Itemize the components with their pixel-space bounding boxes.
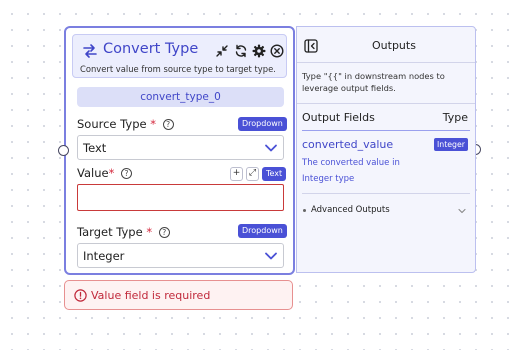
node-description: Convert value from source type to target… <box>80 64 276 74</box>
target-type-value: Integer <box>83 249 125 263</box>
outputs-title: Outputs <box>372 39 416 52</box>
output-field-type-badge: Integer <box>433 138 468 151</box>
value-input[interactable] <box>77 184 284 211</box>
convert-type-node[interactable]: Convert Type Convert value from source t… <box>64 26 295 275</box>
help-icon[interactable]: ? <box>162 119 174 130</box>
required-asterisk: * <box>146 225 153 239</box>
collapse-panel-icon[interactable] <box>304 39 318 53</box>
swap-arrows-icon <box>83 44 97 58</box>
target-type-label: Target Type * ? <box>77 225 170 239</box>
target-type-mode-chip[interactable]: Dropdown <box>238 224 287 238</box>
output-field-name: converted_value <box>302 138 394 151</box>
help-icon[interactable]: ? <box>158 227 170 238</box>
alert-circle-icon <box>74 289 87 302</box>
error-message-box: Value field is required <box>64 280 293 310</box>
add-variable-button[interactable]: + <box>230 167 243 181</box>
type-header: Type <box>442 111 468 124</box>
value-label: Value* ? <box>77 166 132 180</box>
value-type-chip[interactable]: Text <box>262 167 287 181</box>
node-id-badge: convert_type_0 <box>77 87 284 107</box>
required-asterisk: * <box>150 117 156 131</box>
error-text: Value field is required <box>91 289 211 302</box>
advanced-outputs-label: Advanced Outputs <box>311 205 390 215</box>
close-circle-icon[interactable] <box>270 44 284 58</box>
settings-gear-icon[interactable] <box>252 44 266 58</box>
chevron-down-icon <box>458 208 466 214</box>
collapse-icon[interactable] <box>215 44 229 58</box>
required-asterisk: * <box>108 166 115 180</box>
source-type-label: Source Type * ? <box>77 117 174 131</box>
advanced-outputs-toggle[interactable]: Advanced Outputs <box>302 202 470 220</box>
divider <box>297 103 475 104</box>
output-fields-header: Output Fields <box>302 111 375 124</box>
node-title: Convert Type <box>103 41 199 57</box>
outputs-panel: Outputs Type "{{" in downstream nodes to… <box>296 26 476 273</box>
chevron-down-icon <box>265 252 277 260</box>
source-type-mode-chip[interactable]: Dropdown <box>238 117 287 131</box>
output-field-description: The converted value in Integer type <box>302 158 400 184</box>
divider <box>297 62 475 63</box>
divider <box>302 193 470 194</box>
source-type-value: Text <box>83 141 107 155</box>
help-icon[interactable]: ? <box>121 168 132 179</box>
source-type-select[interactable]: Text <box>77 135 284 160</box>
expand-editor-button[interactable]: ⤢ <box>246 167 259 181</box>
refresh-icon[interactable] <box>234 44 248 58</box>
target-type-select[interactable]: Integer <box>77 243 284 268</box>
bullet-dot <box>303 209 306 212</box>
outputs-hint: Type "{{" in downstream nodes to leverag… <box>302 71 445 93</box>
input-handle[interactable] <box>58 145 69 156</box>
divider <box>302 130 470 131</box>
chevron-down-icon <box>265 144 277 152</box>
node-header: Convert Type Convert value from source t… <box>72 34 287 78</box>
